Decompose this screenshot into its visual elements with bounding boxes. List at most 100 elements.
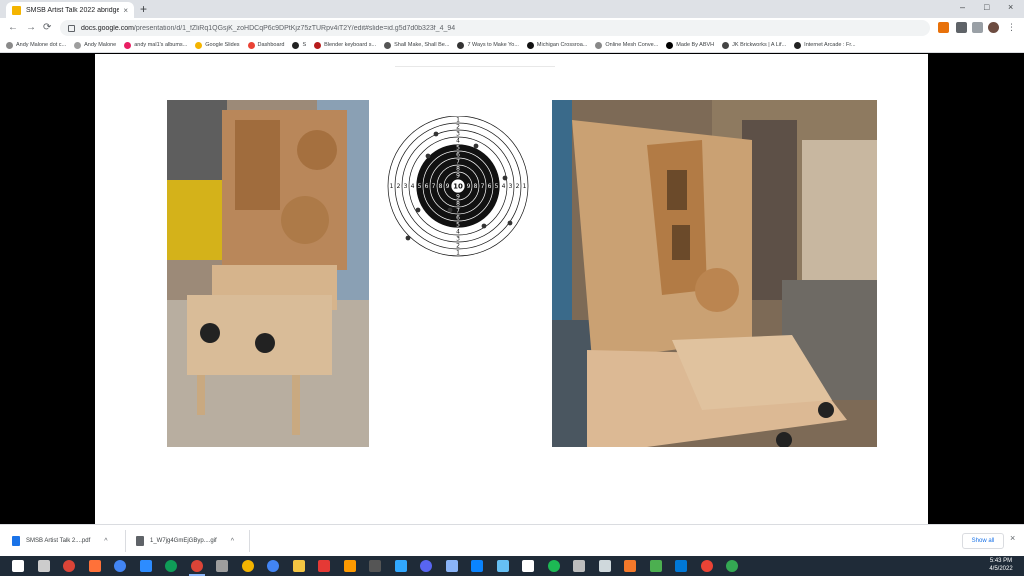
extension-icon[interactable] xyxy=(938,22,949,33)
bookmark-label: 7 Ways to Make Yo... xyxy=(467,42,519,48)
bookmark-label: Dashboard xyxy=(257,42,285,48)
search-icon[interactable] xyxy=(37,560,50,572)
chevron-up-icon[interactable]: ^ xyxy=(104,538,107,545)
bookmark-item[interactable]: Michigan Crossroa... xyxy=(526,41,588,49)
bookmark-item[interactable]: Internet Arcade : Fr... xyxy=(794,41,856,49)
steam-icon[interactable] xyxy=(496,560,509,572)
bookmark-item[interactable]: Online Mesh Conve... xyxy=(595,41,658,49)
start-icon[interactable] xyxy=(12,560,24,572)
target-ring-number: 3 xyxy=(456,131,460,138)
bookmark-label: Blender keyboard s... xyxy=(324,42,377,48)
app-icon[interactable] xyxy=(649,560,662,572)
sidebar-icon[interactable] xyxy=(972,22,983,33)
show-all-button[interactable]: Show all xyxy=(962,533,1004,549)
chevron-up-icon[interactable]: ^ xyxy=(231,538,234,545)
bookmark-favicon-icon xyxy=(595,41,603,49)
tab-close-icon[interactable]: × xyxy=(123,6,128,15)
bookmark-favicon-icon xyxy=(794,41,802,49)
app-icon[interactable] xyxy=(573,560,585,572)
bookmark-item[interactable]: Dashboard xyxy=(247,41,285,49)
target-ring-number: 5 xyxy=(456,222,460,229)
bookmark-favicon-icon xyxy=(74,41,82,49)
bookmark-item[interactable]: Google Slides xyxy=(195,41,240,49)
illustrator-icon[interactable] xyxy=(343,560,356,572)
clock-date: 4/5/2022 xyxy=(989,566,1013,572)
bookmark-item[interactable]: Andy Malone dot c... xyxy=(6,41,66,49)
target-bullseye-number: 10 xyxy=(453,183,463,191)
bookmark-label: Andy Malone xyxy=(84,42,117,48)
bookmark-item[interactable]: andy mal1's albums... xyxy=(124,41,187,49)
bookmark-item[interactable]: Andy Malone xyxy=(74,41,117,49)
download-item-gif[interactable]: 1_W7jg4GmEjGByp....gif ^ xyxy=(130,530,250,552)
app-icon[interactable] xyxy=(445,560,458,572)
download-bar: SMSB Artist Talk 2....pdf ^ 1_W7jg4GmEjG… xyxy=(0,524,1024,556)
reload-icon[interactable]: ⟳ xyxy=(43,21,51,35)
new-tab-button[interactable]: + xyxy=(140,2,147,16)
close-window-icon[interactable]: × xyxy=(1008,2,1013,12)
slide-canvas: 1 1 1 1 2 2 2 2 3 3 3 3 4 4 4 4 5 5 5 5 6 6 6 6 7 7 7 7 8 8 8 8 9 9 9 9 10 xyxy=(95,54,928,524)
forward-icon[interactable]: → xyxy=(26,21,36,35)
bookmark-item[interactable]: 7 Ways to Make Yo... xyxy=(457,41,519,49)
bookmark-item[interactable]: Blender keyboard s... xyxy=(314,41,377,49)
shooting-target: 1 1 1 1 2 2 2 2 3 3 3 3 4 4 4 4 5 5 5 5 6 6 6 6 7 7 7 7 8 8 8 8 9 9 9 9 10 xyxy=(382,115,540,260)
cabinet-photo-left xyxy=(167,100,369,447)
puzzle-icon[interactable] xyxy=(956,22,967,33)
chrome-icon[interactable] xyxy=(165,560,177,572)
slide-divider xyxy=(395,66,555,67)
target-ring-number: 7 xyxy=(432,183,436,190)
minimize-icon[interactable]: – xyxy=(960,2,965,12)
chrome-icon[interactable] xyxy=(63,560,75,572)
bullet-hole xyxy=(447,207,453,213)
back-icon[interactable]: ← xyxy=(8,21,18,35)
bookmark-item[interactable]: S xyxy=(292,41,306,49)
bookmark-label: Michigan Crossroa... xyxy=(536,42,588,48)
chrome-icon[interactable] xyxy=(726,560,738,572)
bookmark-favicon-icon xyxy=(124,41,132,49)
chrome-icon[interactable] xyxy=(190,560,203,572)
blender-icon[interactable] xyxy=(624,560,636,572)
chrome-icon[interactable] xyxy=(241,560,254,572)
taskbar-clock[interactable]: 5:43 PM 4/5/2022 xyxy=(980,557,1022,573)
chrome-icon[interactable] xyxy=(114,560,126,572)
spotify-icon[interactable] xyxy=(547,560,560,572)
browser-tab[interactable]: SMSB Artist Talk 2022 abridged × xyxy=(6,2,134,18)
target-ring-number: 2 xyxy=(456,243,460,250)
bullet-hole xyxy=(425,153,431,159)
target-ring-number: 9 xyxy=(456,173,460,180)
maximize-icon[interactable]: □ xyxy=(984,2,989,12)
bookmark-item[interactable]: Shall Make, Shall Be... xyxy=(384,41,449,49)
firefox-icon[interactable] xyxy=(88,560,101,572)
photoshop-icon[interactable] xyxy=(394,560,407,572)
zoom-icon[interactable] xyxy=(139,560,152,572)
clock-time: 5:43 PM xyxy=(989,558,1013,564)
bookmark-item[interactable]: JK Brickworks | A Lif... xyxy=(722,41,786,49)
bookmarks-bar: Andy Malone dot c... Andy Malone andy mal1… xyxy=(0,38,1024,53)
folder-icon[interactable] xyxy=(292,560,305,572)
chrome-icon[interactable] xyxy=(700,560,713,572)
edge-icon[interactable] xyxy=(675,560,687,572)
app-icon[interactable] xyxy=(369,560,381,572)
target-ring-number: 8 xyxy=(474,183,478,190)
bookmark-item[interactable]: Made By ABVH xyxy=(666,41,714,49)
gif-file-icon xyxy=(136,536,144,546)
address-bar[interactable]: docs.google.com/presentation/d/1_fZliRq1… xyxy=(60,20,930,36)
app-icon[interactable] xyxy=(598,560,611,572)
google-slides-icon xyxy=(12,5,21,15)
edge-icon[interactable] xyxy=(471,560,483,572)
close-download-bar-icon[interactable]: × xyxy=(1010,533,1015,543)
target-ring-number: 6 xyxy=(456,152,460,159)
acrobat-icon[interactable] xyxy=(318,560,330,572)
url-path: /presentation/d/1_fZliRq1QGsjK_zoHDCqP6c… xyxy=(133,24,456,32)
bullet-hole xyxy=(481,223,487,229)
download-item-pdf[interactable]: SMSB Artist Talk 2....pdf ^ xyxy=(6,530,126,552)
target-ring-number: 2 xyxy=(516,183,520,190)
menu-kebab-icon[interactable]: ⋮ xyxy=(1006,22,1017,33)
avatar[interactable] xyxy=(988,22,999,33)
settings-icon[interactable] xyxy=(216,560,228,572)
notes-icon[interactable] xyxy=(522,560,534,572)
bullet-hole xyxy=(415,207,421,213)
discord-icon[interactable] xyxy=(420,560,432,572)
target-ring-number: 4 xyxy=(502,183,506,190)
chrome-icon[interactable] xyxy=(267,560,279,572)
target-ring-number: 5 xyxy=(495,183,499,190)
